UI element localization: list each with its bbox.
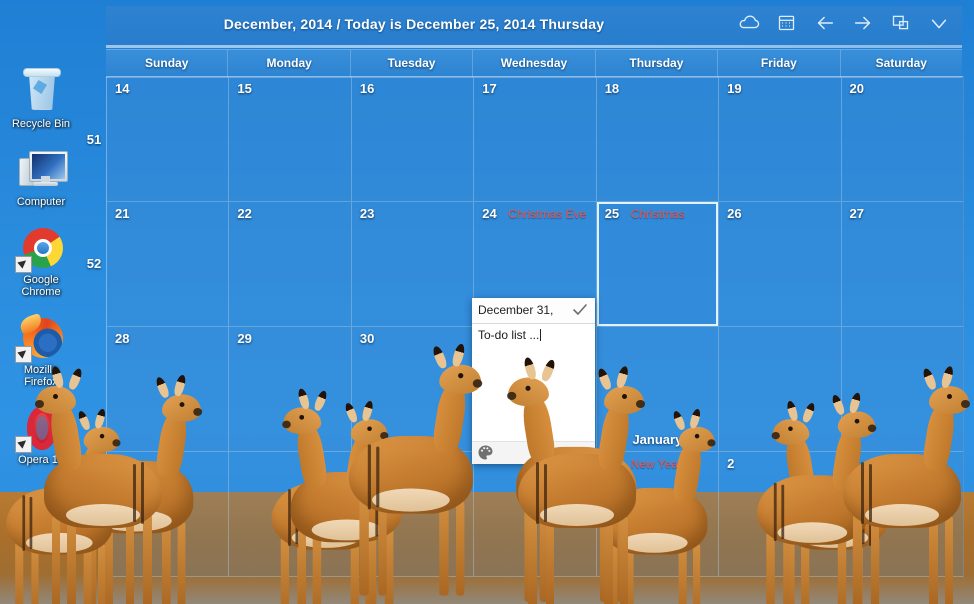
day-number: 26 [727,206,742,221]
desktop-icon-mozilla-firefox[interactable]: Mozilla Firefox [0,312,82,388]
day-number: 25 [604,206,620,221]
day-number: 24 [482,206,497,221]
shortcut-arrow-icon [15,256,32,273]
calendar-day-cell[interactable]: 19 [719,77,842,201]
day-number: 27 [849,206,864,221]
calendar-day-cell[interactable]: 15 [229,77,352,201]
day-number: 14 [115,81,130,96]
calendar-day-cell[interactable]: 21 [107,202,230,326]
shortcut-arrow-icon [15,346,32,363]
calendar-title-bar[interactable]: December, 2014 / Today is December 25, 2… [106,6,962,46]
day-number: 17 [482,81,497,96]
week-number: 51 [86,132,102,147]
day-number: 2 [727,456,735,471]
calendar-day-cell[interactable]: 22 [229,202,352,326]
calendar-day-cell[interactable]: 20 [841,77,963,201]
day-number: 23 [359,206,375,221]
calendar-day-cell[interactable]: 14 [107,77,230,201]
desktop-icon-google-chrome[interactable]: Google Chrome [0,224,82,298]
weekday-header-thursday: Thursday [596,50,719,77]
day-number: 16 [359,81,375,96]
week-number: 52 [86,256,102,271]
day-number: 30 [359,331,375,346]
weekday-header-saturday: Saturday [875,56,927,70]
calendar-day-cell-today[interactable]: 25 Christmas [596,202,720,326]
calendar-day-cell[interactable]: 17 [474,77,597,201]
day-number: 21 [115,206,130,221]
weekday-header-sunday: Sunday [106,50,229,77]
calendar-day-cell[interactable]: 27 [841,202,963,326]
day-number: 18 [604,81,620,96]
copy-icon[interactable] [890,12,912,34]
weekday-header-friday: Friday [718,50,841,77]
recycle-bin-icon [17,68,65,116]
weekday-header-wednesday: Wednesday [473,50,596,77]
weekday-header-row: Sunday Monday Tuesday Wednesday Thursday Frid… [106,49,962,78]
computer-icon [17,146,68,194]
calendar-week-row: 14 15 16 17 18 19 20 [107,76,963,202]
calendar-day-cell[interactable]: 23 [351,202,475,326]
sticky-note-text: To-do list ... [478,328,540,342]
day-number: 20 [849,81,864,96]
checkmark-icon[interactable] [572,302,588,318]
day-number: 28 [115,331,130,346]
holiday-label: Christmas Eve [508,207,587,221]
desktop-icon-label: Computer [16,196,66,208]
holiday-label: Christmas [630,207,685,221]
desktop-icon-label: Google Chrome [21,274,61,298]
calendar-day-cell[interactable]: 18 [596,77,720,201]
calendar-icon[interactable] [776,12,798,34]
sticky-note-header[interactable]: December 31, [472,298,595,324]
text-caret [540,329,542,341]
day-number: 15 [237,81,252,96]
google-chrome-icon [15,224,65,273]
calendar-toolbar [738,12,950,34]
desktop-icon-label: Recycle Bin [11,118,71,130]
desktop-icon-recycle-bin[interactable]: Recycle Bin [0,68,82,130]
calendar-day-cell[interactable]: 16 [351,77,475,201]
title-separator [106,45,962,48]
arrow-right-icon[interactable] [852,12,874,34]
desktop-icon-computer[interactable]: Computer [0,146,82,208]
weekday-header-monday: Monday [228,50,351,77]
day-number: 19 [727,81,742,96]
chevron-down-icon[interactable] [928,12,950,34]
cloud-icon[interactable] [738,12,760,34]
day-number: 29 [237,331,252,346]
day-number: 22 [237,206,252,221]
weekday-header-tuesday: Tuesday [351,50,474,77]
calendar-day-cell[interactable]: 26 [719,202,842,326]
mozilla-firefox-icon [15,312,65,363]
sticky-note-title: December 31, [478,303,554,317]
arrow-left-icon[interactable] [814,12,836,34]
